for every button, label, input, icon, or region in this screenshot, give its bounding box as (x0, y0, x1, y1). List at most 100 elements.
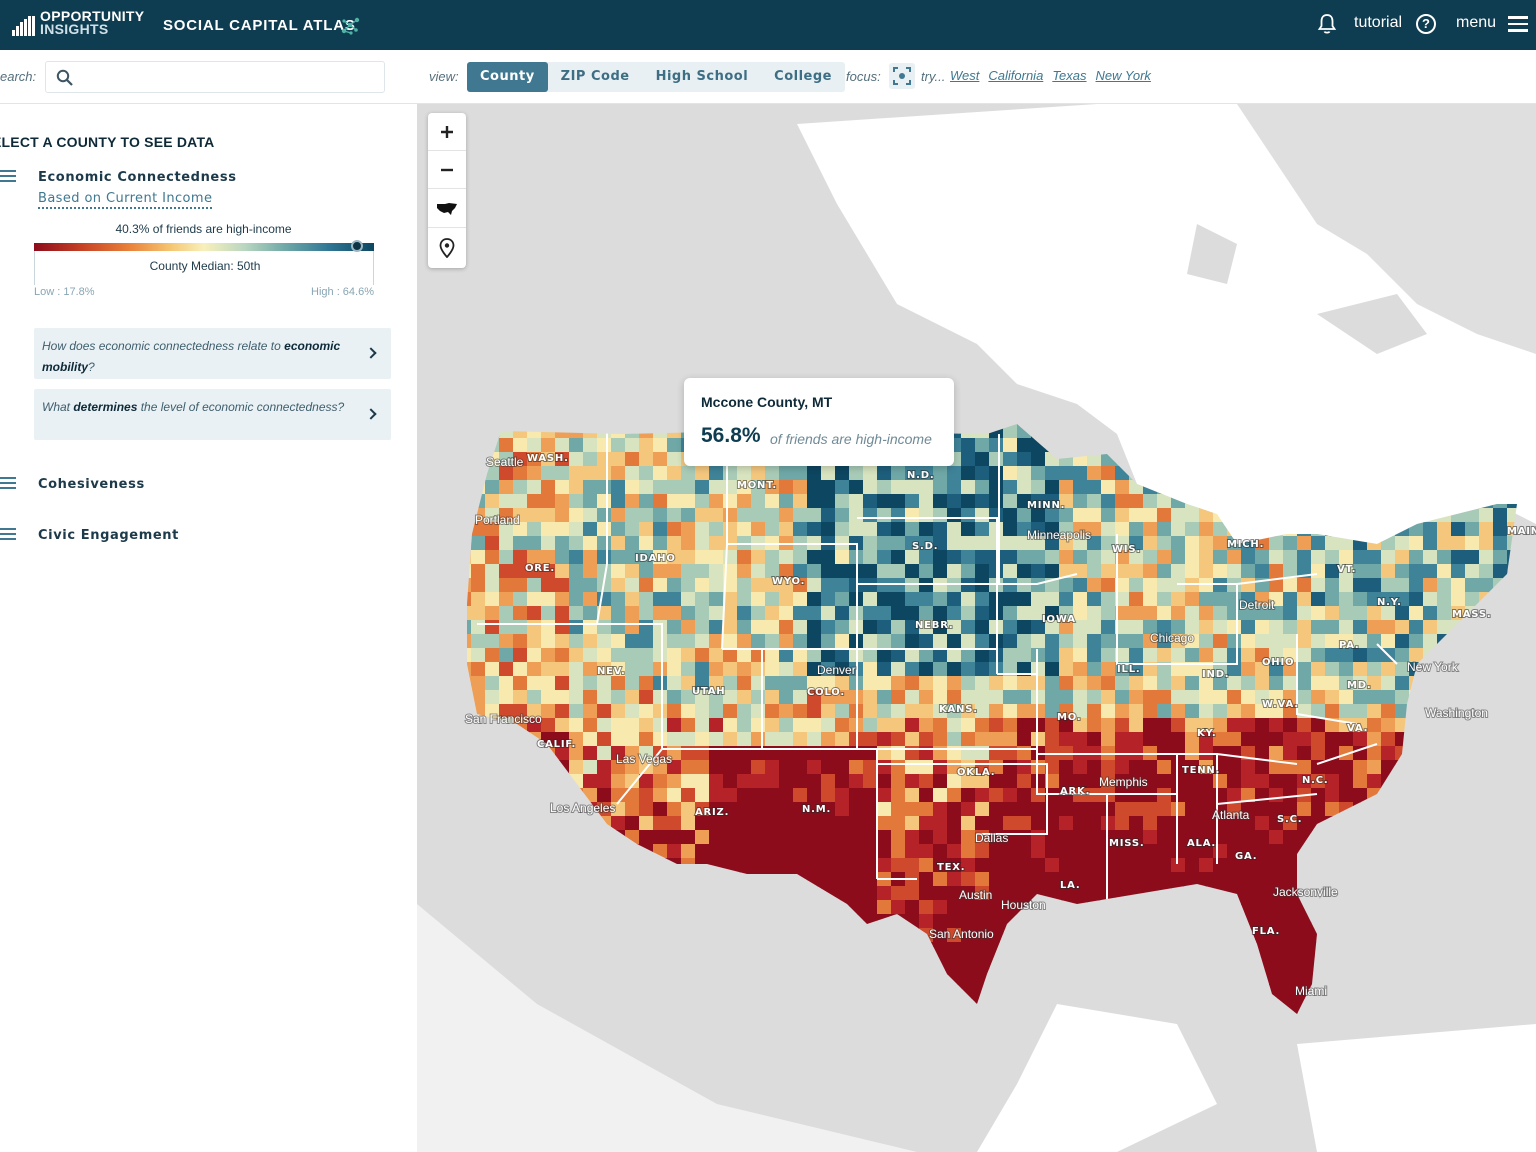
county-cell[interactable] (751, 816, 766, 831)
county-cell[interactable] (485, 662, 500, 677)
county-cell[interactable] (975, 508, 990, 523)
county-cell[interactable] (793, 704, 808, 719)
county-cell[interactable] (695, 774, 710, 789)
county-cell[interactable] (1171, 718, 1186, 733)
county-cell[interactable] (667, 788, 682, 803)
county-cell[interactable] (485, 564, 500, 579)
county-cell[interactable] (1003, 592, 1018, 607)
county-cell[interactable] (583, 452, 598, 467)
county-cell[interactable] (905, 550, 920, 565)
county-cell[interactable] (667, 676, 682, 691)
county-cell[interactable] (1059, 732, 1074, 747)
county-cell[interactable] (569, 480, 584, 495)
county-cell[interactable] (765, 844, 780, 859)
county-cell[interactable] (779, 550, 794, 565)
county-cell[interactable] (527, 690, 542, 705)
county-cell[interactable] (709, 550, 724, 565)
county-cell[interactable] (625, 466, 640, 481)
county-cell[interactable] (849, 858, 864, 873)
county-cell[interactable] (1143, 550, 1158, 565)
county-cell[interactable] (1017, 788, 1032, 803)
county-cell[interactable] (751, 606, 766, 621)
county-cell[interactable] (709, 564, 724, 579)
county-cell[interactable] (611, 438, 626, 453)
county-cell[interactable] (1339, 592, 1354, 607)
county-cell[interactable] (737, 830, 752, 845)
county-cell[interactable] (905, 690, 920, 705)
county-cell[interactable] (877, 788, 892, 803)
county-cell[interactable] (639, 536, 654, 551)
county-cell[interactable] (1381, 676, 1396, 691)
county-cell[interactable] (891, 774, 906, 789)
county-cell[interactable] (513, 620, 528, 635)
county-cell[interactable] (933, 844, 948, 859)
county-cell[interactable] (597, 732, 612, 747)
county-cell[interactable] (723, 606, 738, 621)
county-cell[interactable] (1003, 690, 1018, 705)
county-cell[interactable] (681, 634, 696, 649)
county-cell[interactable] (527, 662, 542, 677)
county-cell[interactable] (499, 592, 514, 607)
county-cell[interactable] (1325, 704, 1340, 719)
county-cell[interactable] (1031, 718, 1046, 733)
county-cell[interactable] (849, 774, 864, 789)
county-cell[interactable] (863, 550, 878, 565)
county-cell[interactable] (667, 718, 682, 733)
county-cell[interactable] (1381, 550, 1396, 565)
county-cell[interactable] (555, 438, 570, 453)
county-cell[interactable] (639, 788, 654, 803)
county-cell[interactable] (1339, 788, 1354, 803)
county-cell[interactable] (611, 732, 626, 747)
county-cell[interactable] (1031, 634, 1046, 649)
county-cell[interactable] (1381, 564, 1396, 579)
county-cell[interactable] (1381, 690, 1396, 705)
county-cell[interactable] (1297, 718, 1312, 733)
county-cell[interactable] (569, 690, 584, 705)
county-cell[interactable] (807, 620, 822, 635)
county-cell[interactable] (1297, 942, 1312, 957)
county-cell[interactable] (863, 522, 878, 537)
county-cell[interactable] (1367, 606, 1382, 621)
county-cell[interactable] (541, 494, 556, 509)
county-cell[interactable] (1129, 648, 1144, 663)
county-cell[interactable] (611, 522, 626, 537)
county-cell[interactable] (919, 704, 934, 719)
county-cell[interactable] (905, 816, 920, 831)
county-cell[interactable] (1493, 550, 1508, 565)
county-cell[interactable] (961, 732, 976, 747)
county-cell[interactable] (709, 606, 724, 621)
county-cell[interactable] (695, 788, 710, 803)
county-cell[interactable] (569, 718, 584, 733)
county-cell[interactable] (891, 620, 906, 635)
county-cell[interactable] (835, 788, 850, 803)
county-cell[interactable] (1255, 760, 1270, 775)
county-cell[interactable] (1045, 732, 1060, 747)
county-cell[interactable] (1451, 522, 1466, 537)
county-cell[interactable] (583, 648, 598, 663)
county-cell[interactable] (779, 620, 794, 635)
county-cell[interactable] (1255, 718, 1270, 733)
county-cell[interactable] (1031, 550, 1046, 565)
county-cell[interactable] (1367, 718, 1382, 733)
tutorial-link[interactable]: tutorial (1354, 14, 1402, 32)
county-cell[interactable] (1311, 648, 1326, 663)
county-cell[interactable] (891, 788, 906, 803)
county-cell[interactable] (681, 774, 696, 789)
county-cell[interactable] (499, 550, 514, 565)
county-cell[interactable] (961, 634, 976, 649)
county-cell[interactable] (1101, 676, 1116, 691)
menu-label[interactable]: menu (1456, 14, 1496, 32)
county-cell[interactable] (597, 508, 612, 523)
county-cell[interactable] (1031, 816, 1046, 831)
county-cell[interactable] (751, 508, 766, 523)
county-cell[interactable] (919, 872, 934, 887)
county-cell[interactable] (877, 480, 892, 495)
county-cell[interactable] (1353, 704, 1368, 719)
county-cell[interactable] (681, 662, 696, 677)
county-cell[interactable] (527, 522, 542, 537)
county-cell[interactable] (933, 676, 948, 691)
county-cell[interactable] (1031, 592, 1046, 607)
county-cell[interactable] (737, 522, 752, 537)
county-cell[interactable] (527, 494, 542, 509)
cohesiveness-title[interactable]: Cohesiveness (38, 477, 145, 492)
